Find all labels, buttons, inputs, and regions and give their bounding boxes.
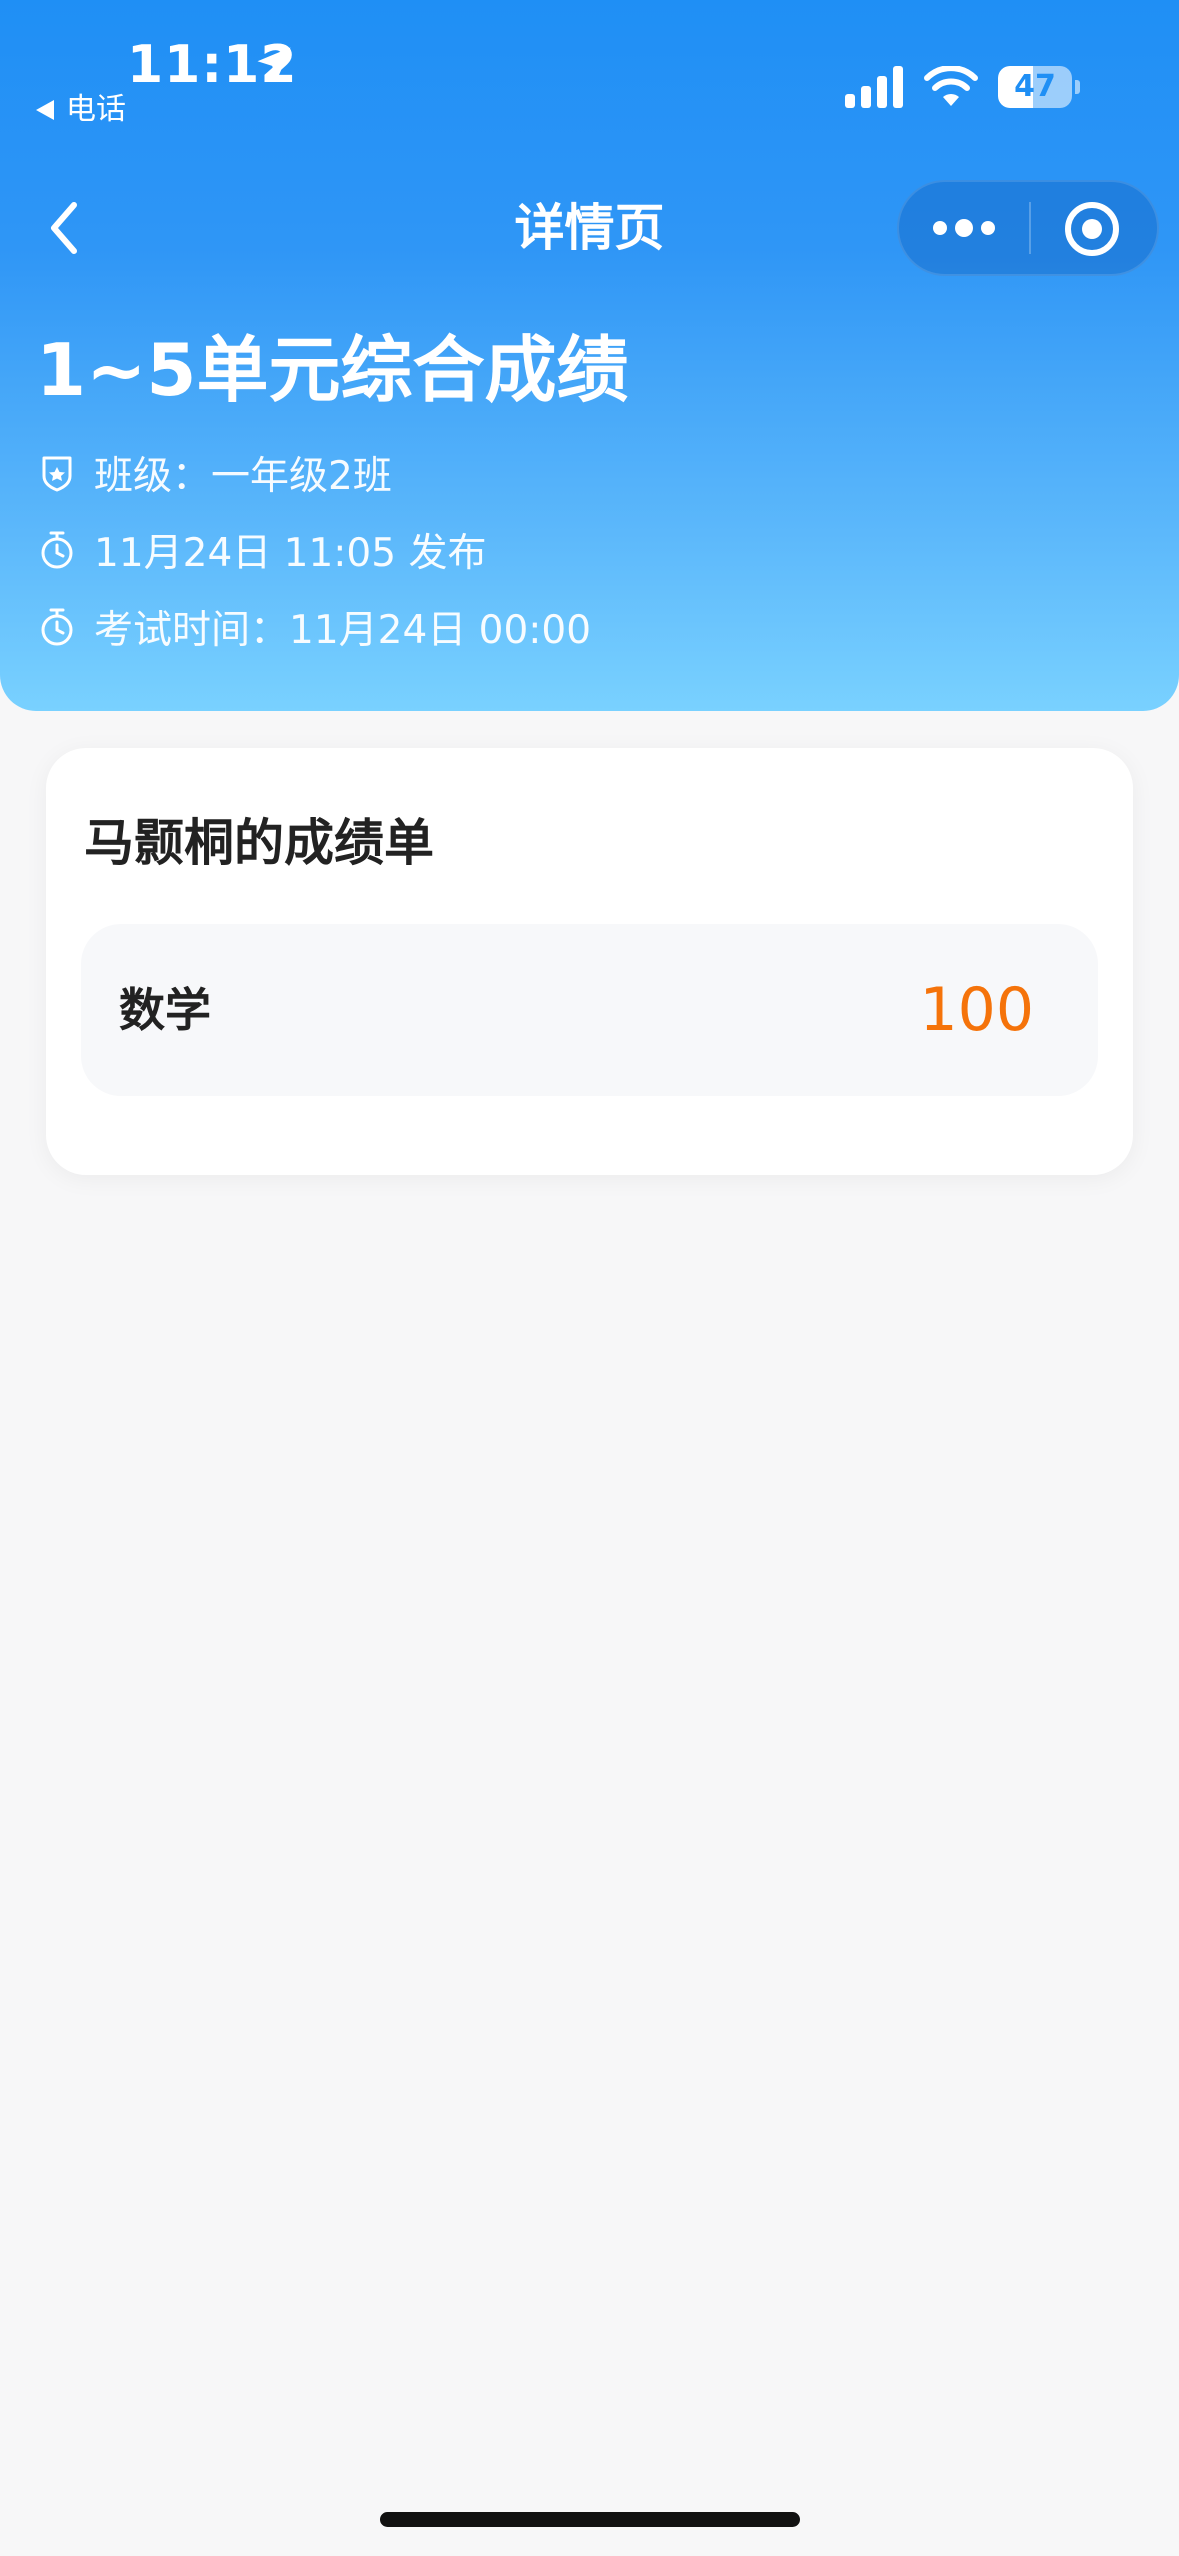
mini-program-capsule (897, 180, 1159, 276)
more-dots-icon[interactable] (929, 202, 999, 254)
badge-shield-icon (42, 456, 72, 492)
header-banner: 11:12 电话 47 详情页 1~5单元综合成绩 班级：一年级2班 11月24… (0, 0, 1179, 711)
back-triangle-icon (36, 100, 54, 120)
capsule-divider (1029, 202, 1031, 254)
location-arrow-icon (257, 47, 291, 81)
exam-title: 1~5单元综合成绩 (36, 328, 629, 412)
info-published: 11月24日 11:05 发布 (36, 520, 486, 580)
status-back-to-app[interactable]: 电话 (36, 90, 126, 130)
battery-body: 47 (998, 66, 1072, 108)
report-card: 马颢桐的成绩单 数学 100 (46, 748, 1133, 1175)
cellular-signal-icon (845, 66, 903, 108)
status-back-label: 电话 (66, 92, 126, 127)
battery-percent: 47 (1014, 69, 1056, 104)
stopwatch-icon (41, 531, 73, 569)
subject-label: 数学 (119, 983, 211, 1037)
battery-indicator: 47 (998, 66, 1080, 108)
close-target-icon[interactable] (1061, 198, 1123, 260)
info-class: 班级：一年级2班 (36, 443, 392, 503)
score-value: 100 (919, 975, 1034, 1045)
stopwatch-icon (41, 608, 73, 646)
info-published-text: 11月24日 11:05 发布 (94, 531, 487, 576)
home-indicator[interactable] (380, 2512, 800, 2527)
wifi-icon (924, 66, 978, 106)
battery-cap (1075, 80, 1080, 94)
info-exam-time-text: 考试时间：11月24日 00:00 (94, 608, 592, 653)
info-class-text: 班级：一年级2班 (94, 454, 392, 499)
report-card-title: 马颢桐的成绩单 (84, 814, 434, 872)
score-row[interactable]: 数学 100 (81, 924, 1098, 1096)
info-exam-time: 考试时间：11月24日 00:00 (36, 597, 591, 657)
